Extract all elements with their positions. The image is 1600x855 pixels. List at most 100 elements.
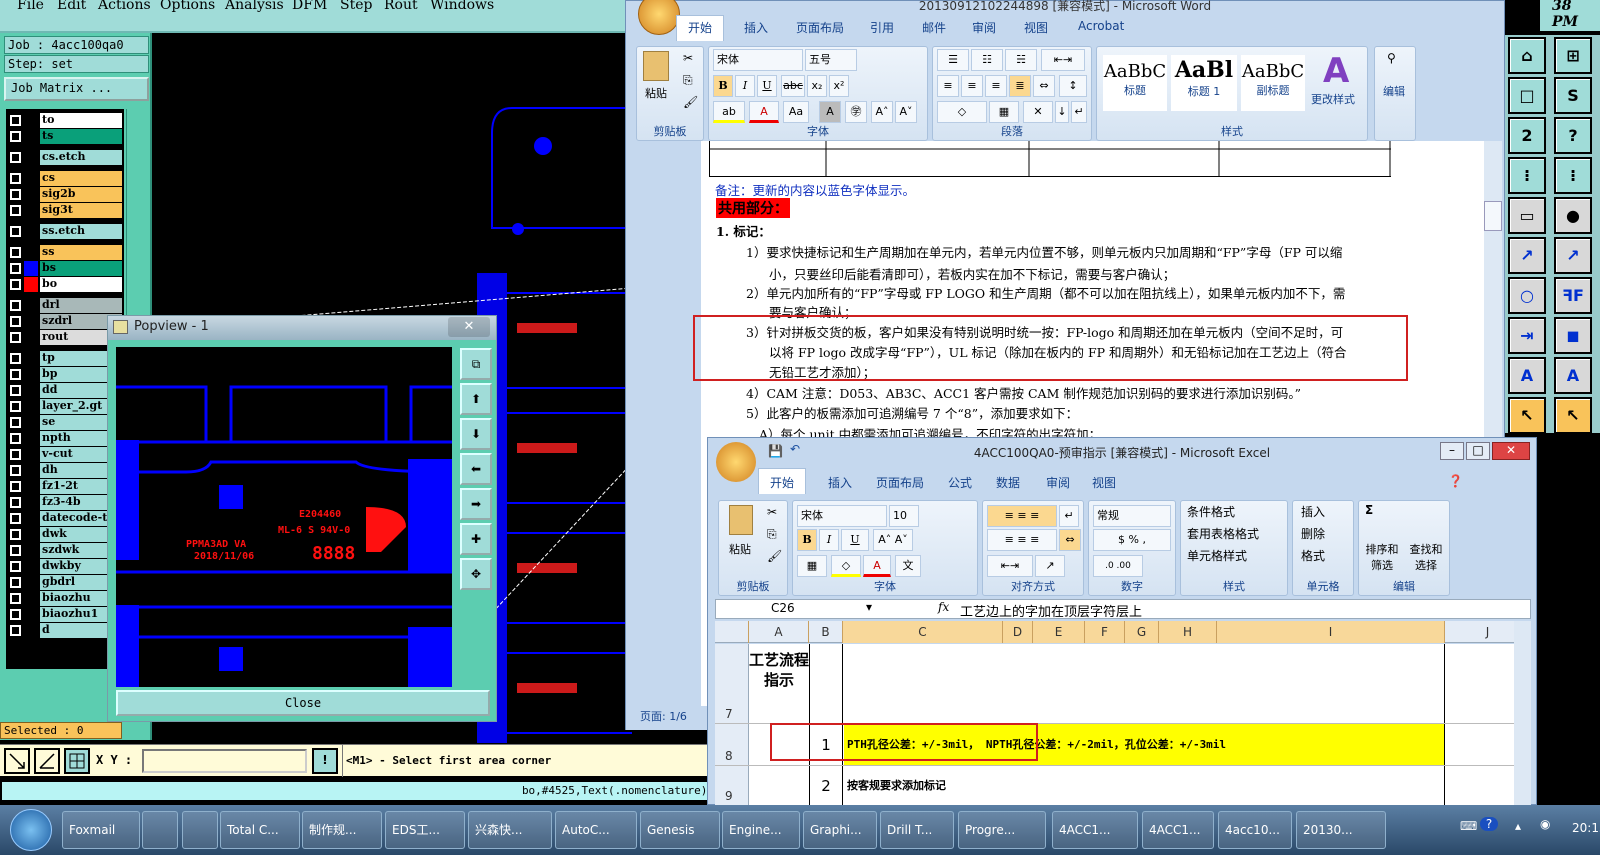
layer-checkbox[interactable] — [10, 332, 21, 343]
layer-checkbox[interactable] — [10, 513, 21, 524]
layer-name[interactable]: to — [40, 113, 122, 128]
maximize-icon[interactable]: □ — [1466, 442, 1490, 460]
arc-tool-icon[interactable]: A — [1508, 357, 1546, 394]
zoom-in-icon[interactable]: ✚ — [460, 523, 492, 555]
layer-checkbox[interactable] — [10, 529, 21, 540]
close-icon[interactable]: ✕ — [1492, 442, 1530, 460]
layer-checkbox[interactable] — [10, 279, 21, 290]
highlight-icon[interactable]: ab — [713, 101, 745, 123]
taskbar-item[interactable]: 4ACC1... — [1052, 811, 1138, 849]
layer-checkbox[interactable] — [10, 497, 21, 508]
tab-page-layout[interactable]: 页面布局 — [796, 19, 844, 36]
indent-icon[interactable]: ⇤⇥ — [1041, 49, 1085, 71]
layer-row-cs[interactable]: cs — [6, 171, 124, 186]
network-icon[interactable]: ◉ — [1540, 817, 1550, 831]
style-heading-1[interactable]: AaBl 标题 1 — [1171, 55, 1237, 111]
font-name-select[interactable]: 宋体 — [713, 49, 803, 71]
horizontal-align-buttons[interactable]: ≡ ≡ ≡ — [987, 529, 1057, 551]
layer-name[interactable]: sig2b — [40, 187, 122, 202]
bold-button[interactable]: B — [797, 529, 817, 551]
enclose-char-icon[interactable]: ㊫ — [845, 101, 867, 123]
layer-row-ts[interactable]: ts — [6, 129, 124, 144]
row-header[interactable]: 8 — [715, 724, 749, 765]
style-subtitle[interactable]: AaBbC 副标题 — [1241, 55, 1305, 111]
delete-cells-button[interactable]: 删除 — [1301, 525, 1325, 542]
underline-button[interactable]: U — [757, 75, 777, 97]
currency-percent-comma[interactable]: $ % , — [1093, 529, 1171, 551]
layer-checkbox[interactable] — [10, 300, 21, 311]
decimal-buttons[interactable]: .0 .00 — [1093, 555, 1143, 577]
col-header-a[interactable]: A — [749, 621, 809, 643]
taskbar-item[interactable]: 4ACC1... — [1142, 811, 1214, 849]
find-select-button[interactable]: 查找和选择 — [1405, 541, 1447, 573]
popview-close-button[interactable]: Close — [116, 690, 490, 716]
help-icon[interactable]: ❓ — [1448, 474, 1463, 488]
taskbar-item[interactable]: 制作规... — [302, 811, 382, 849]
layer-row-sig3t[interactable]: sig3t — [6, 203, 124, 218]
fx-icon[interactable]: fx — [938, 600, 949, 614]
layer-row-ss[interactable]: ss — [6, 245, 124, 260]
sheet-row[interactable]: 7 工艺流程指示 — [715, 644, 1531, 724]
tab-home[interactable]: 开始 — [770, 474, 794, 491]
taskbar-item[interactable]: AutoC... — [555, 811, 637, 849]
col-header-g[interactable]: G — [1125, 621, 1159, 643]
minimize-icon[interactable]: – — [1440, 442, 1464, 460]
menu-rout[interactable]: Rout — [384, 0, 418, 13]
popview-titlebar[interactable]: Popview - 1 ✕ — [108, 316, 496, 340]
layer-checkbox[interactable] — [10, 189, 21, 200]
find-icon[interactable]: ⚲ — [1387, 51, 1396, 65]
row-header[interactable]: 7 — [715, 644, 749, 723]
netlist-compare-tool-icon[interactable]: ⁝ — [1554, 157, 1592, 194]
layer-checkbox[interactable] — [10, 545, 21, 556]
cut-icon[interactable]: ✂ — [767, 505, 777, 519]
grid-icon[interactable] — [64, 748, 90, 774]
conditional-format-button[interactable]: 条件格式 — [1187, 503, 1235, 520]
layer-name[interactable]: bs — [40, 261, 122, 276]
taskbar-item[interactable]: Foxmail — [62, 811, 140, 849]
name-box-dropdown-icon[interactable]: ▾ — [866, 600, 872, 614]
show-marks-icon[interactable]: ↵ — [1071, 101, 1087, 123]
pan-right-icon[interactable]: ➡ — [460, 488, 492, 520]
tab-view[interactable]: 视图 — [1092, 474, 1116, 491]
menu-actions[interactable]: Actions — [98, 0, 151, 13]
style-title[interactable]: AaBbC 标题 — [1103, 55, 1167, 111]
bold-button[interactable]: B — [713, 75, 733, 97]
taskbar-item[interactable]: 4acc10... — [1218, 811, 1292, 849]
format-as-table-button[interactable]: 套用表格格式 — [1187, 525, 1259, 542]
align-center-icon[interactable]: ≡ — [961, 75, 983, 97]
cell-styles-button[interactable]: 单元格样式 — [1187, 547, 1247, 564]
row-header[interactable]: 9 — [715, 766, 749, 805]
paste-button[interactable]: 粘贴 — [645, 85, 667, 101]
tab-page-layout[interactable]: 页面布局 — [876, 474, 924, 491]
xy-grid-tool-icon[interactable]: ⊞ — [1554, 37, 1592, 74]
superscript-button[interactable]: x² — [829, 75, 849, 97]
layer-row-to[interactable]: to — [6, 113, 124, 128]
layer-name[interactable]: sig3t — [40, 203, 122, 218]
tab-insert[interactable]: 插入 — [744, 19, 768, 36]
start-button[interactable] — [10, 809, 52, 851]
col-header-i[interactable]: I — [1217, 621, 1445, 643]
layer-checkbox[interactable] — [10, 263, 21, 274]
rect-tool-icon[interactable]: □ — [1508, 77, 1546, 114]
font-name-select[interactable]: 宋体 — [797, 505, 887, 527]
layer-checkbox[interactable] — [10, 577, 21, 588]
name-box[interactable]: C26 — [771, 601, 795, 615]
change-styles-icon[interactable]: A — [1323, 51, 1349, 91]
taskbar-item[interactable]: Drill T... — [880, 811, 954, 849]
layer-checkbox[interactable] — [10, 401, 21, 412]
tab-view[interactable]: 视图 — [1024, 19, 1048, 36]
justify-icon[interactable]: ≣ — [1009, 75, 1031, 97]
number-format-select[interactable]: 常规 — [1093, 505, 1171, 527]
layer-checkbox[interactable] — [10, 625, 21, 636]
vertical-align-buttons[interactable]: ≡ ≡ ≡ — [987, 505, 1057, 527]
layer-checkbox[interactable] — [10, 561, 21, 572]
snap-icon[interactable] — [34, 748, 60, 774]
layer-checkbox[interactable] — [10, 433, 21, 444]
strikethrough-button[interactable]: abc — [781, 75, 805, 97]
char-shading-icon[interactable]: A — [819, 101, 841, 123]
measure-tool-icon[interactable]: ↗ — [1508, 237, 1546, 274]
menu-file[interactable]: File — [17, 0, 44, 13]
asian-layout-icon[interactable]: ✕ — [1023, 101, 1053, 123]
counter-tool-icon[interactable]: 2 — [1508, 117, 1546, 154]
font-grow-shrink-icon[interactable]: A˄ A˅ — [873, 529, 913, 551]
